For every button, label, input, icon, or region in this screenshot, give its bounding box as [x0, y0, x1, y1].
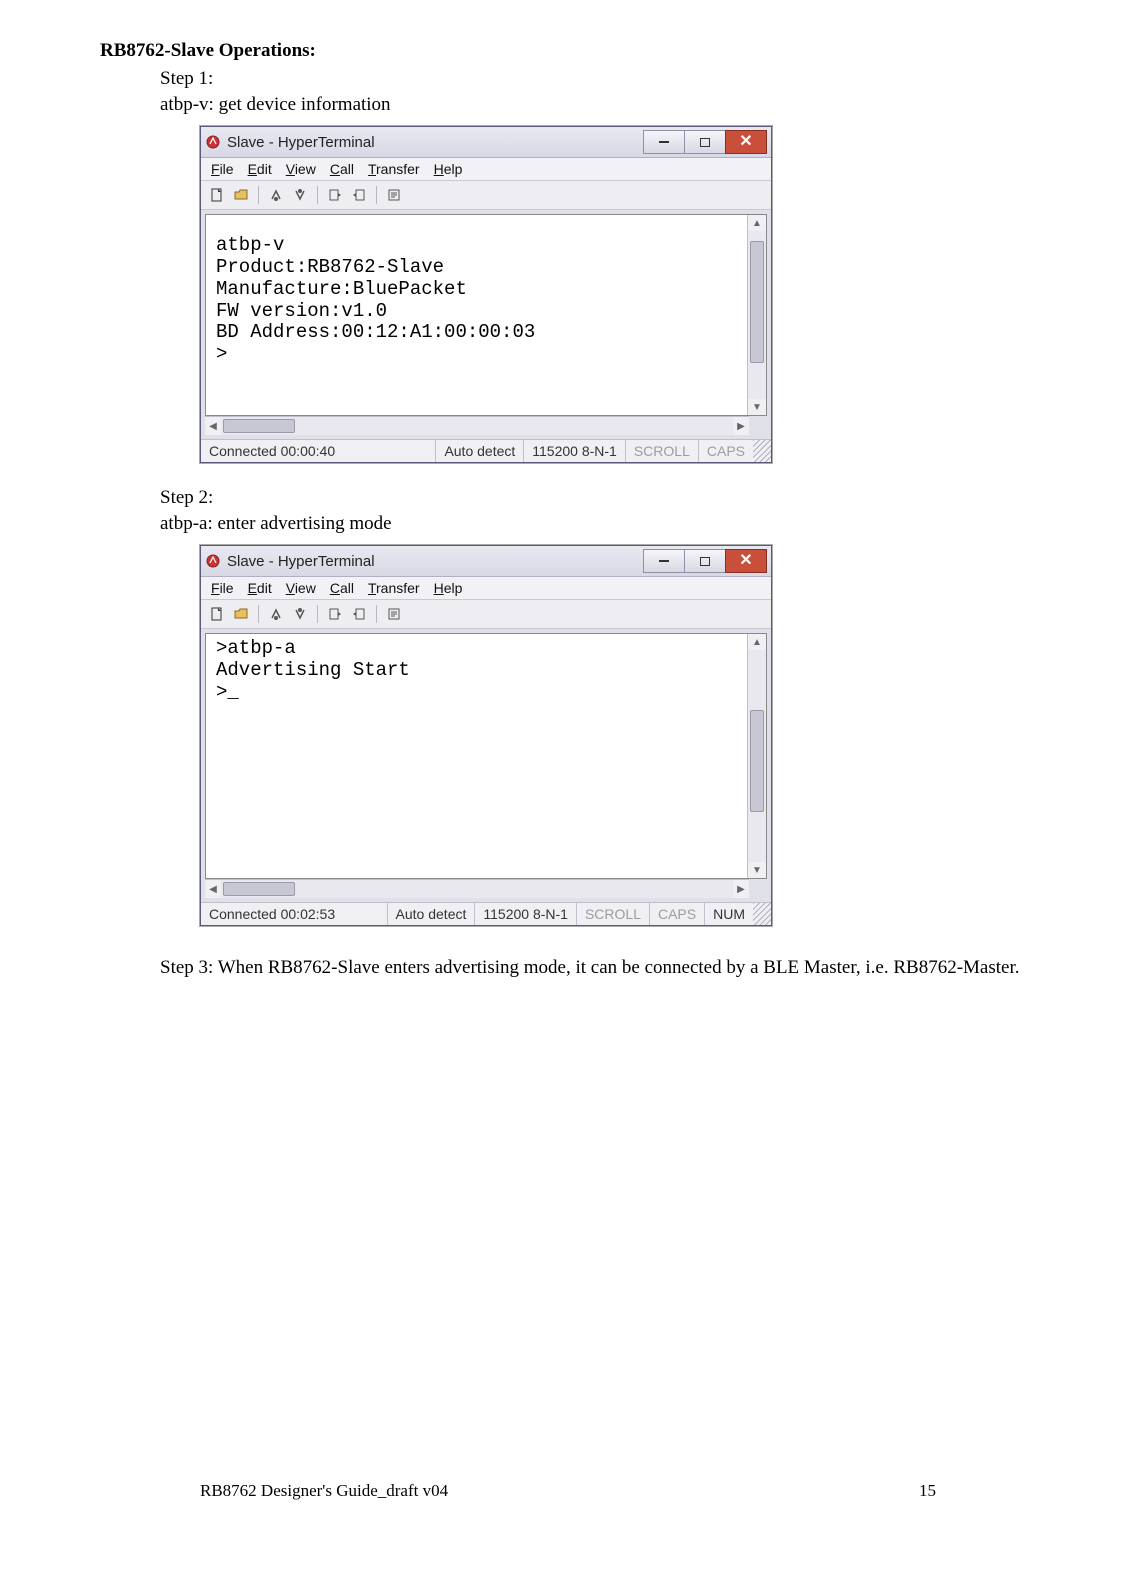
properties-icon[interactable]: [384, 185, 404, 205]
footer-page: 15: [919, 1481, 936, 1501]
menubar: File Edit View Call Transfer Help: [201, 577, 771, 600]
statusbar: Connected 00:00:40 Auto detect 115200 8-…: [201, 439, 771, 462]
terminal-area: atbp-v Product:RB8762-Slave Manufacture:…: [201, 210, 771, 439]
section-heading: RB8762-Slave Operations:: [100, 40, 1036, 62]
terminal-output[interactable]: atbp-v Product:RB8762-Slave Manufacture:…: [206, 215, 747, 415]
terminal-output[interactable]: >atbp-a Advertising Start >_: [206, 634, 747, 878]
status-scroll: SCROLL: [626, 440, 699, 462]
scroll-right-icon[interactable]: ▶: [733, 417, 749, 435]
window-title: Slave - HyperTerminal: [227, 553, 644, 570]
window-controls: ✕: [644, 130, 767, 154]
menu-help[interactable]: Help: [434, 580, 463, 596]
titlebar[interactable]: Slave - HyperTerminal ✕: [201, 546, 771, 577]
step1-desc: atbp-v: get device information: [160, 94, 1036, 116]
step2-label: Step 2:: [160, 487, 1036, 509]
menubar: File Edit View Call Transfer Help: [201, 158, 771, 181]
step3-text: Step 3: When RB8762-Slave enters adverti…: [160, 954, 1036, 983]
close-button[interactable]: ✕: [725, 549, 767, 573]
statusbar: Connected 00:02:53 Auto detect 115200 8-…: [201, 902, 771, 925]
vertical-scrollbar[interactable]: ▲ ▼: [747, 215, 766, 415]
toolbar-separator: [317, 605, 318, 623]
open-icon[interactable]: [231, 604, 251, 624]
toolbar-separator: [317, 186, 318, 204]
disconnect-icon[interactable]: [290, 185, 310, 205]
window-title: Slave - HyperTerminal: [227, 134, 644, 151]
scroll-left-icon[interactable]: ◀: [205, 417, 221, 435]
status-caps: CAPS: [650, 903, 705, 925]
properties-icon[interactable]: [384, 604, 404, 624]
menu-edit[interactable]: Edit: [248, 161, 272, 177]
scroll-thumb[interactable]: [750, 241, 764, 363]
titlebar[interactable]: Slave - HyperTerminal ✕: [201, 127, 771, 158]
step1-label: Step 1:: [160, 68, 1036, 90]
toolbar-separator: [258, 605, 259, 623]
menu-edit[interactable]: Edit: [248, 580, 272, 596]
maximize-button[interactable]: [684, 130, 726, 154]
scroll-down-icon[interactable]: ▼: [748, 862, 766, 878]
scroll-thumb[interactable]: [223, 419, 295, 433]
vertical-scrollbar[interactable]: ▲ ▼: [747, 634, 766, 878]
horizontal-scrollbar[interactable]: ◀ ▶: [205, 879, 749, 898]
maximize-button[interactable]: [684, 549, 726, 573]
hyperterminal-window-2: Slave - HyperTerminal ✕ File Edit View C…: [200, 545, 772, 926]
page-footer: RB8762 Designer's Guide_draft v04 15: [200, 1481, 936, 1501]
scroll-thumb[interactable]: [750, 710, 764, 812]
receive-icon[interactable]: [349, 185, 369, 205]
minimize-button[interactable]: [643, 130, 685, 154]
new-icon[interactable]: [207, 185, 227, 205]
scroll-down-icon[interactable]: ▼: [748, 399, 766, 415]
status-scroll: SCROLL: [577, 903, 650, 925]
menu-transfer[interactable]: Transfer: [368, 161, 420, 177]
scroll-thumb[interactable]: [223, 882, 295, 896]
menu-file[interactable]: File: [211, 580, 234, 596]
menu-view[interactable]: View: [286, 580, 316, 596]
status-connection: Connected 00:02:53: [201, 903, 388, 925]
resize-grip-icon[interactable]: [753, 440, 771, 462]
menu-call[interactable]: Call: [330, 580, 354, 596]
menu-help[interactable]: Help: [434, 161, 463, 177]
connect-icon[interactable]: [266, 185, 286, 205]
terminal-area: >atbp-a Advertising Start >_ ▲ ▼ ◀ ▶: [201, 629, 771, 902]
menu-view[interactable]: View: [286, 161, 316, 177]
connect-icon[interactable]: [266, 604, 286, 624]
step2-desc: atbp-a: enter advertising mode: [160, 513, 1036, 535]
toolbar: [201, 181, 771, 210]
scroll-up-icon[interactable]: ▲: [748, 634, 766, 650]
send-icon[interactable]: [325, 185, 345, 205]
status-detect: Auto detect: [388, 903, 476, 925]
disconnect-icon[interactable]: [290, 604, 310, 624]
status-num: NUM: [705, 903, 753, 925]
open-icon[interactable]: [231, 185, 251, 205]
menu-transfer[interactable]: Transfer: [368, 580, 420, 596]
status-caps: CAPS: [699, 440, 753, 462]
menu-call[interactable]: Call: [330, 161, 354, 177]
scroll-up-icon[interactable]: ▲: [748, 215, 766, 231]
toolbar: [201, 600, 771, 629]
menu-file[interactable]: File: [211, 161, 234, 177]
resize-grip-icon[interactable]: [753, 903, 771, 925]
minimize-button[interactable]: [643, 549, 685, 573]
toolbar-separator: [376, 186, 377, 204]
horizontal-scrollbar[interactable]: ◀ ▶: [205, 416, 749, 435]
receive-icon[interactable]: [349, 604, 369, 624]
footer-left: RB8762 Designer's Guide_draft v04: [200, 1481, 448, 1501]
toolbar-separator: [376, 605, 377, 623]
status-params: 115200 8-N-1: [524, 440, 626, 462]
status-params: 115200 8-N-1: [475, 903, 577, 925]
scroll-left-icon[interactable]: ◀: [205, 880, 221, 898]
window-controls: ✕: [644, 549, 767, 573]
new-icon[interactable]: [207, 604, 227, 624]
app-icon: [205, 134, 221, 150]
hyperterminal-window-1: Slave - HyperTerminal ✕ File Edit View C…: [200, 126, 772, 463]
toolbar-separator: [258, 186, 259, 204]
close-button[interactable]: ✕: [725, 130, 767, 154]
status-connection: Connected 00:00:40: [201, 440, 436, 462]
status-detect: Auto detect: [436, 440, 524, 462]
send-icon[interactable]: [325, 604, 345, 624]
scroll-right-icon[interactable]: ▶: [733, 880, 749, 898]
app-icon: [205, 553, 221, 569]
